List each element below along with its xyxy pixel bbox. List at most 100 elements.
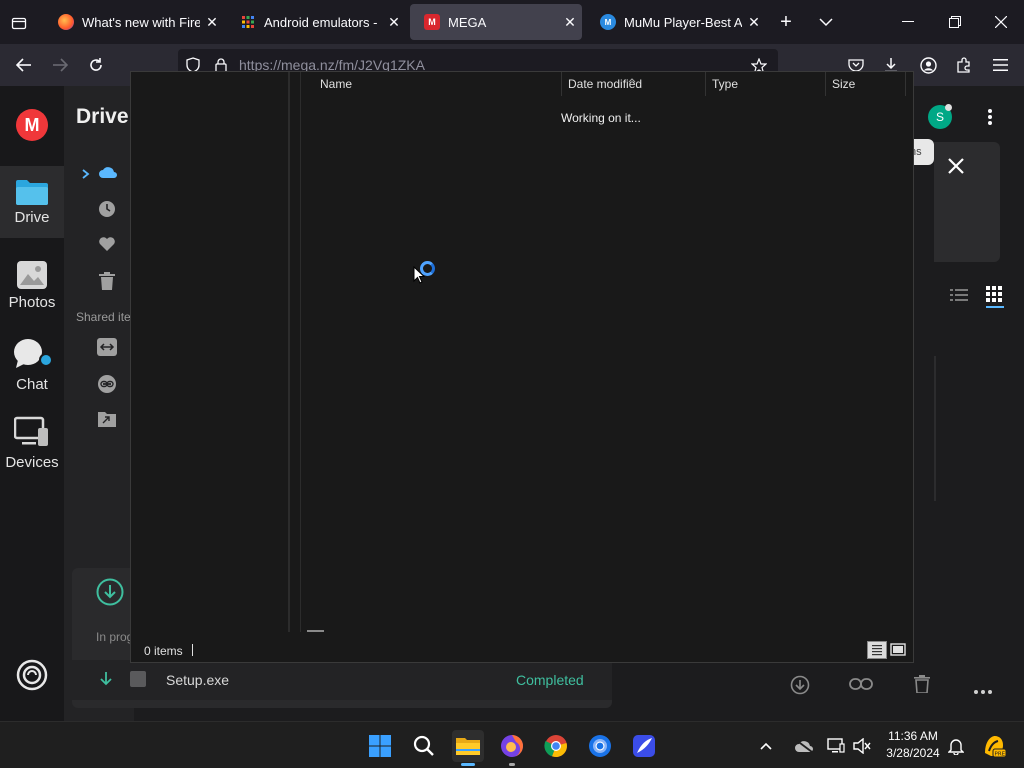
restore-window-icon[interactable] [943, 10, 967, 34]
close-tab-icon[interactable]: ✕ [200, 14, 224, 31]
file-explorer-icon[interactable] [452, 730, 484, 762]
firefox-icon [58, 14, 74, 30]
mega-nav-rail: M Drive Photos Chat Devices [0, 86, 64, 721]
dialog-status-bar: 0 items [131, 638, 913, 662]
links-icon[interactable] [97, 374, 117, 394]
reload-icon[interactable] [84, 53, 108, 77]
clock-date: 3/28/2024 [886, 746, 940, 760]
rail-item-drive[interactable]: Drive [0, 166, 64, 238]
download-icon[interactable] [790, 675, 810, 695]
info-panel [934, 142, 1000, 262]
delete-trash-icon[interactable] [914, 675, 932, 695]
search-icon[interactable] [408, 730, 440, 762]
app-menu-hamburger-icon[interactable] [988, 53, 1012, 77]
transfer-file-name: Setup.exe [166, 672, 230, 688]
details-view-icon[interactable] [867, 641, 887, 659]
download-arrow-icon [100, 672, 112, 686]
column-header-name[interactable]: Name [314, 72, 562, 96]
transfer-status: Completed [516, 672, 584, 688]
rail-label: Drive [14, 209, 50, 226]
incoming-shares-icon[interactable] [97, 338, 117, 356]
tab-mega[interactable]: M MEGA ✕ [410, 4, 582, 40]
svg-text:PRE: PRE [995, 752, 1006, 758]
devices-icon [13, 416, 50, 448]
dialog-navigation-pane[interactable] [131, 72, 289, 632]
sort-caret-icon [628, 70, 636, 83]
recents-clock-icon[interactable] [98, 200, 116, 218]
scrollbar-thumb[interactable] [307, 630, 324, 632]
close-icon[interactable] [948, 158, 964, 174]
tab-list-icon[interactable] [8, 12, 30, 34]
mega-icon: M [424, 14, 440, 30]
rail-label: Chat [16, 376, 48, 393]
minimize-icon[interactable] [896, 10, 920, 34]
column-header-type[interactable]: Type [706, 72, 826, 96]
show-hidden-icons-chevron-icon[interactable] [756, 730, 776, 762]
cloud-drive-icon[interactable] [98, 165, 118, 179]
taskbar: 11:36 AM 3/28/2024 PRE [0, 721, 1024, 768]
firefox-taskbar-icon[interactable] [496, 730, 528, 762]
mega-logo[interactable]: M [16, 109, 48, 141]
more-horizontal-icon[interactable] [974, 681, 994, 694]
onedrive-offline-icon[interactable] [792, 730, 816, 762]
more-options-kebab-icon[interactable] [987, 108, 997, 128]
account-icon[interactable] [916, 53, 940, 77]
file-type-icon [130, 671, 146, 687]
pane-splitter[interactable] [288, 72, 290, 632]
copilot-preview-icon[interactable]: PRE [978, 730, 1010, 762]
new-tab-plus-icon[interactable]: + [774, 10, 798, 34]
tab-title: What's new with Firefo [82, 14, 200, 30]
working-status-text: Working on it... [561, 111, 641, 125]
close-tab-icon[interactable]: ✕ [742, 14, 766, 31]
pane-divider [300, 72, 301, 632]
item-count: 0 items [144, 644, 183, 658]
rail-label: Devices [5, 454, 59, 471]
favourites-heart-icon[interactable] [98, 236, 116, 252]
rail-item-devices[interactable]: Devices [0, 416, 64, 476]
tab-mumu-player[interactable]: M MuMu Player-Best An ✕ [586, 4, 766, 40]
sync-app-icon[interactable] [16, 659, 48, 691]
explorer-active-indicator [461, 763, 475, 766]
tree-chevron-icon[interactable] [82, 166, 92, 179]
windows-start-icon[interactable] [364, 730, 396, 762]
shared-items-label: Shared ite [76, 310, 131, 324]
close-tab-icon[interactable]: ✕ [558, 14, 582, 31]
list-view-icon[interactable] [950, 288, 968, 302]
notifications-bell-icon[interactable] [944, 730, 968, 762]
file-dialog: Name Date modified Type Size Working on … [130, 71, 914, 663]
column-header-date-modified[interactable]: Date modified [562, 72, 706, 96]
file-requests-icon[interactable] [98, 410, 116, 428]
grid-view-icon[interactable] [986, 286, 1004, 308]
link-icon[interactable] [849, 677, 873, 693]
close-tab-icon[interactable]: ✕ [382, 14, 406, 31]
rail-item-photos[interactable]: Photos [0, 258, 64, 318]
tab-firefox-whats-new[interactable]: What's new with Firefo ✕ [44, 4, 224, 40]
column-header-size[interactable]: Size [826, 72, 906, 96]
tab-android-emulators[interactable]: Android emulators - En ✕ [226, 4, 406, 40]
volume-muted-icon[interactable] [850, 730, 874, 762]
system-clock[interactable]: 11:36 AM 3/28/2024 [878, 728, 948, 762]
rail-item-chat[interactable]: Chat [0, 338, 64, 398]
firefox-open-indicator [509, 763, 515, 766]
close-window-icon[interactable] [989, 10, 1013, 34]
network-display-icon[interactable] [824, 730, 848, 762]
back-arrow-icon[interactable] [12, 53, 36, 77]
chromium-icon[interactable] [584, 730, 616, 762]
extensions-puzzle-icon[interactable] [952, 53, 976, 77]
chrome-icon[interactable] [540, 730, 572, 762]
large-icons-view-icon[interactable] [889, 641, 907, 659]
transfer-row: Setup.exe Completed [72, 660, 612, 700]
tab-title: MuMu Player-Best An [624, 14, 742, 30]
download-circle-icon[interactable] [96, 578, 124, 606]
rubbish-bin-icon[interactable] [99, 272, 115, 290]
folder-icon [16, 179, 48, 205]
browser-tab-strip: What's new with Firefo ✕ Android emulato… [0, 0, 1024, 44]
list-all-tabs-chevron-icon[interactable] [814, 10, 838, 34]
emulator-icon [240, 14, 256, 30]
loading-spinner-icon [420, 261, 435, 276]
forward-arrow-icon[interactable] [48, 53, 72, 77]
in-progress-label[interactable]: In prog [96, 630, 133, 644]
app-feather-icon[interactable] [628, 730, 660, 762]
tab-title: Android emulators - En [264, 14, 382, 30]
page-title: Drive [76, 105, 129, 128]
